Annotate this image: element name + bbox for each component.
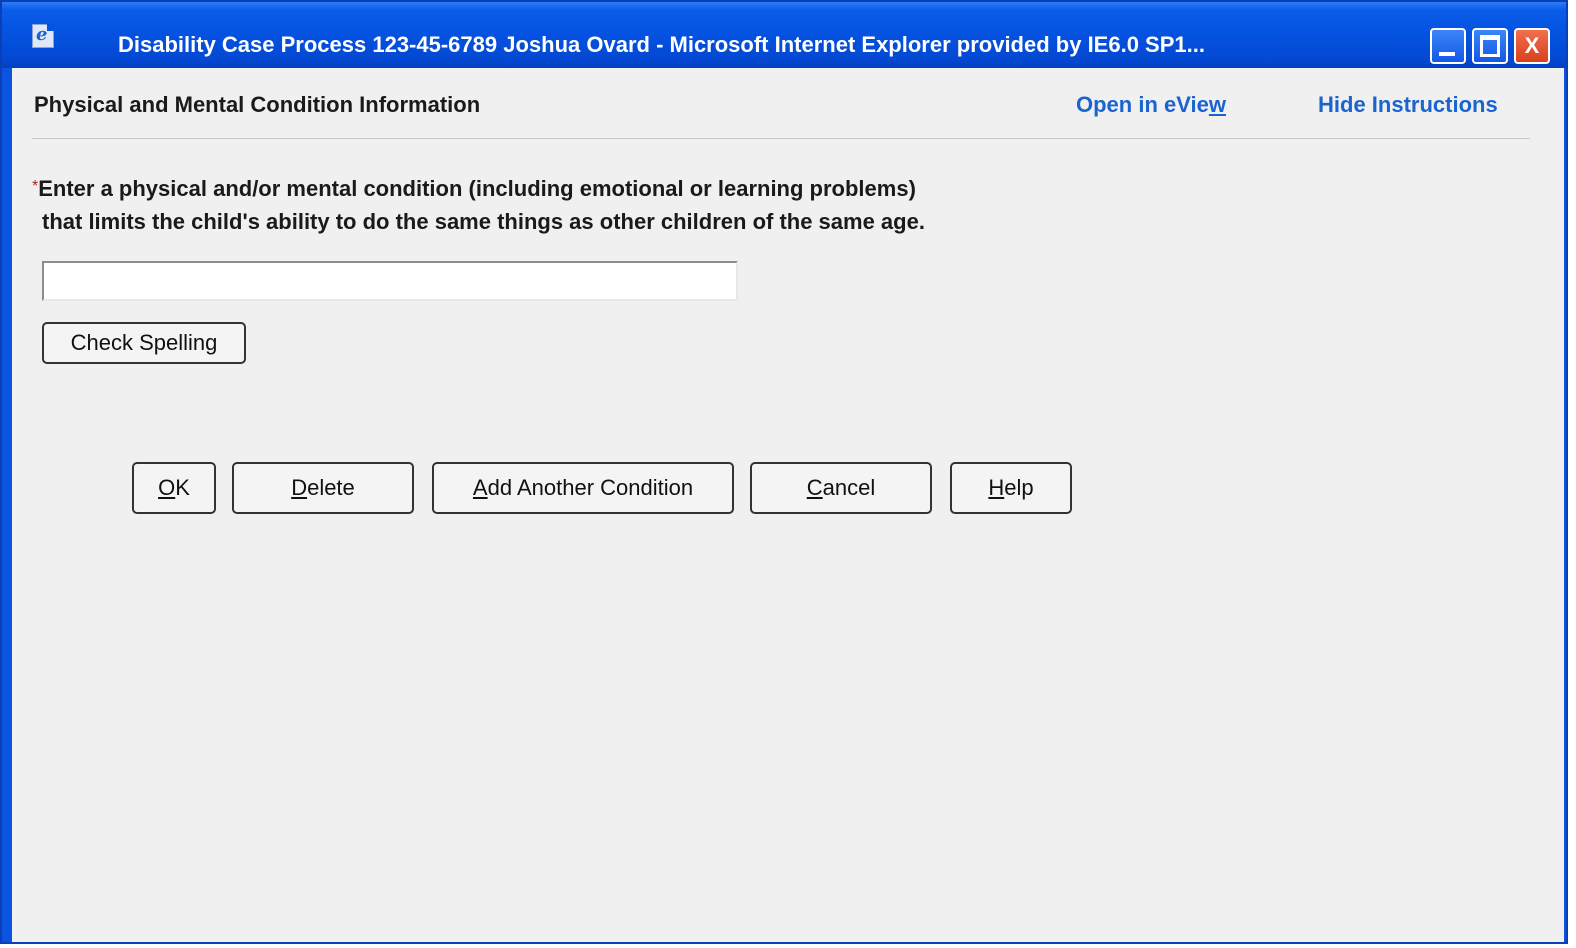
page-content: Physical and Mental Condition Informatio… (12, 68, 1564, 942)
add-another-condition-button[interactable]: Add Another Condition (432, 462, 734, 514)
condition-instructions: *Enter a physical and/or mental conditio… (32, 172, 925, 238)
page-title: Physical and Mental Condition Informatio… (34, 92, 481, 117)
ie-page-icon[interactable]: e (32, 24, 54, 48)
maximize-button[interactable] (1472, 28, 1508, 64)
cancel-button[interactable]: Cancel (750, 462, 932, 514)
minimize-icon (1439, 52, 1455, 56)
browser-window: e Disability Case Process 123-45-6789 Jo… (0, 0, 1568, 944)
hide-instructions-link[interactable]: Hide Instructions (1318, 92, 1498, 118)
maximize-icon (1480, 35, 1500, 57)
delete-button[interactable]: Delete (232, 462, 414, 514)
required-marker: * (32, 178, 39, 195)
help-button[interactable]: Help (950, 462, 1072, 514)
ok-button[interactable]: OK (132, 462, 216, 514)
open-in-eview-link[interactable]: Open in eView (1076, 92, 1226, 118)
instruction-line-1: *Enter a physical and/or mental conditio… (32, 176, 916, 201)
window-title: Disability Case Process 123-45-6789 Josh… (118, 32, 1205, 57)
minimize-button[interactable] (1430, 28, 1466, 64)
close-icon: X (1524, 33, 1540, 58)
check-spelling-button[interactable]: Check Spelling (42, 322, 246, 364)
instruction-line-2: that limits the child's ability to do th… (42, 209, 925, 234)
condition-input[interactable] (42, 261, 738, 301)
title-bar[interactable]: e Disability Case Process 123-45-6789 Jo… (2, 2, 1566, 68)
header-divider (32, 138, 1530, 139)
close-button[interactable]: X (1514, 28, 1550, 64)
